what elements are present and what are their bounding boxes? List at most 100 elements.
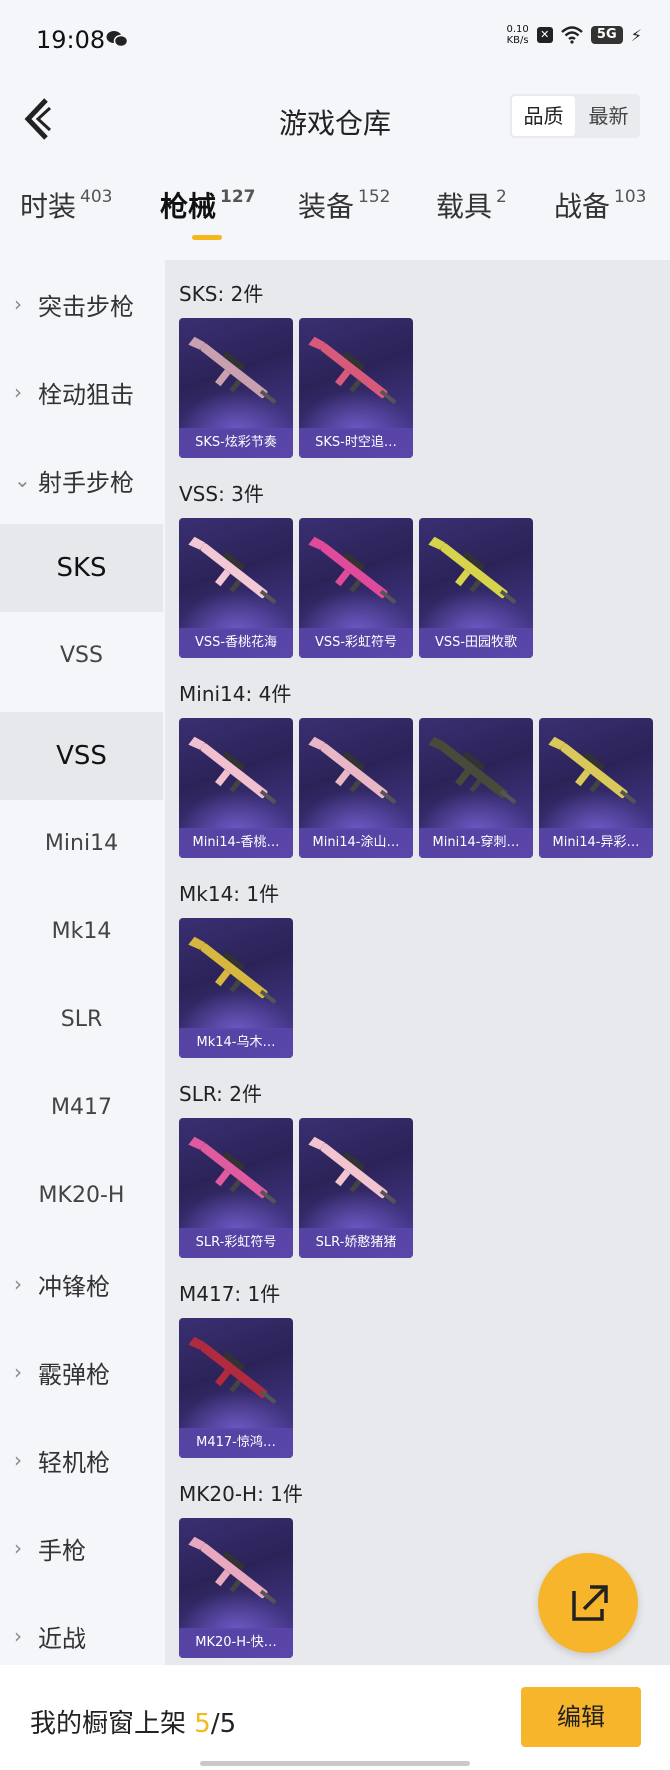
tab-vehicles[interactable]: 载具 2: [436, 185, 507, 225]
tab-equipment[interactable]: 装备 152: [298, 185, 390, 225]
share-icon: [572, 1585, 608, 1621]
weapon-skin-card[interactable]: VSS-田园牧歌: [419, 518, 533, 658]
sidebar-sub-m417[interactable]: M417: [0, 1064, 163, 1152]
sidebar-sub-mk14[interactable]: Mk14: [0, 888, 163, 976]
shelf-status: 我的橱窗上架 5/5: [30, 1709, 237, 1739]
sidebar-item-pistol[interactable]: › 手枪: [0, 1504, 163, 1592]
weapon-skin-card[interactable]: SLR-娇憨猪猪: [299, 1118, 413, 1258]
weapon-skin-name: Mini14-涂山…: [299, 828, 413, 858]
weapon-skin-grid: SKS: 2件 SKS-炫彩节奏 SKS-时空追… VSS: 3件 VSS-香桃花海 VS…: [165, 260, 670, 1665]
chevron-down-icon: ⌄: [14, 468, 31, 492]
weapon-skin-card[interactable]: Mini14-穿刺…: [419, 718, 533, 858]
rifle-icon: [188, 1536, 277, 1604]
sidebar-sub-mk20h[interactable]: MK20-H: [0, 1152, 163, 1240]
rifle-icon: [308, 536, 397, 604]
rifle-icon: [188, 936, 277, 1004]
weapon-skin-name: VSS-香桃花海: [179, 628, 293, 658]
chevron-right-icon: ›: [14, 292, 22, 316]
weapon-skin-card[interactable]: MK20-H-快…: [179, 1518, 293, 1658]
sidebar-sub-mini14[interactable]: Mini14: [0, 800, 163, 888]
sidebar-item-marksman-rifle[interactable]: ⌄ 射手步枪: [0, 436, 163, 524]
category-tabs: 时装 403 枪械 127 装备 152 载具 2 战备 103: [0, 185, 670, 255]
battery-icon: 5G: [590, 26, 623, 44]
weapon-skin-name: SLR-娇憨猪猪: [299, 1228, 413, 1258]
group-title: Mk14: 1件: [179, 882, 280, 906]
rifle-icon: [188, 336, 277, 404]
weapon-skin-name: MK20-H-快…: [179, 1628, 293, 1658]
sidebar-sub-vss-active[interactable]: VSS: [0, 712, 163, 800]
weapon-skin-card[interactable]: SKS-时空追…: [299, 318, 413, 458]
weapon-skin-card[interactable]: Mini14-异彩…: [539, 718, 653, 858]
edit-button[interactable]: 编辑: [521, 1687, 641, 1747]
weapon-skin-name: SKS-炫彩节奏: [179, 428, 293, 458]
rifle-icon: [548, 736, 637, 804]
weapon-skin-card[interactable]: Mini14-涂山…: [299, 718, 413, 858]
weapon-skin-name: VSS-彩虹符号: [299, 628, 413, 658]
active-tab-indicator: [192, 235, 222, 240]
status-icons: 0.10 KB/s ✕ 5G ⚡: [507, 24, 643, 46]
chevron-right-icon: ›: [14, 1536, 22, 1560]
share-button[interactable]: [538, 1553, 638, 1653]
sort-latest-button[interactable]: 最新: [577, 94, 640, 138]
chevron-right-icon: ›: [14, 1624, 22, 1648]
weapon-skin-name: M417-惊鸿…: [179, 1428, 293, 1458]
chevron-right-icon: ›: [14, 1272, 22, 1296]
weapon-skin-name: Mk14-乌木…: [179, 1028, 293, 1058]
group-title: M417: 1件: [179, 1282, 281, 1306]
status-time: 19:08: [36, 26, 106, 54]
rifle-icon: [188, 736, 277, 804]
group-title: VSS: 3件: [179, 482, 264, 506]
rifle-icon: [188, 536, 277, 604]
chevron-right-icon: ›: [14, 380, 22, 404]
weapon-skin-name: SLR-彩虹符号: [179, 1228, 293, 1258]
sidebar-item-bolt-sniper[interactable]: › 栓动狙击: [0, 348, 163, 436]
weapon-skin-name: Mini14-香桃…: [179, 828, 293, 858]
rifle-icon: [428, 736, 517, 804]
weapon-skin-card[interactable]: Mini14-香桃…: [179, 718, 293, 858]
network-speed: 0.10 KB/s: [506, 24, 529, 46]
app-header: 游戏仓库 品质 最新: [0, 80, 670, 160]
group-title: Mini14: 4件: [179, 682, 292, 706]
sort-quality-button[interactable]: 品质: [512, 96, 575, 136]
tab-supplies[interactable]: 战备 103: [554, 185, 646, 225]
group-title: MK20-H: 1件: [179, 1482, 303, 1506]
chevron-right-icon: ›: [14, 1360, 22, 1384]
sidebar-sub-vss[interactable]: VSS: [0, 612, 163, 700]
group-title: SLR: 2件: [179, 1082, 262, 1106]
weapon-skin-name: Mini14-穿刺…: [419, 828, 533, 858]
weapon-skin-card[interactable]: SKS-炫彩节奏: [179, 318, 293, 458]
weapon-skin-card[interactable]: VSS-香桃花海: [179, 518, 293, 658]
home-indicator[interactable]: [200, 1761, 470, 1766]
sidebar-sub-slr[interactable]: SLR: [0, 976, 163, 1064]
wifi-icon: [560, 26, 583, 44]
tab-fashion[interactable]: 时装 403: [20, 185, 112, 225]
sidebar-item-lmg[interactable]: › 轻机枪: [0, 1416, 163, 1504]
chevron-right-icon: ›: [14, 1448, 22, 1472]
sidebar-sub-sks[interactable]: SKS: [0, 524, 163, 612]
sidebar-item-assault-rifle[interactable]: › 突击步枪: [0, 260, 163, 348]
sidebar-item-shotgun[interactable]: › 霰弹枪: [0, 1328, 163, 1416]
weapon-category-sidebar: › 突击步枪 › 栓动狙击 ⌄ 射手步枪 SKS VSS VSS Mini14 Mk1…: [0, 260, 163, 1665]
weapon-skin-card[interactable]: SLR-彩虹符号: [179, 1118, 293, 1258]
weapon-skin-card[interactable]: VSS-彩虹符号: [299, 518, 413, 658]
rifle-icon: [308, 736, 397, 804]
bottom-bar: 我的橱窗上架 5/5 编辑: [0, 1665, 670, 1770]
weapon-skin-name: VSS-田园牧歌: [419, 628, 533, 658]
status-bar: 19:08 0.10 KB/s ✕ 5G ⚡: [0, 0, 670, 80]
sort-toggle: 品质 最新: [510, 94, 640, 138]
wechat-icon: [106, 31, 128, 48]
weapon-skin-card[interactable]: Mk14-乌木…: [179, 918, 293, 1058]
rifle-icon: [308, 336, 397, 404]
sidebar-item-smg[interactable]: › 冲锋枪: [0, 1240, 163, 1328]
tab-guns[interactable]: 枪械 127: [160, 185, 256, 225]
group-title: SKS: 2件: [179, 282, 264, 306]
rifle-icon: [188, 1136, 277, 1204]
weapon-skin-name: SKS-时空追…: [299, 428, 413, 458]
rifle-icon: [308, 1136, 397, 1204]
close-box-icon: ✕: [536, 27, 553, 43]
weapon-skin-card[interactable]: M417-惊鸿…: [179, 1318, 293, 1458]
rifle-icon: [188, 1336, 277, 1404]
rifle-icon: [428, 536, 517, 604]
charging-icon: ⚡: [630, 25, 642, 45]
weapon-skin-name: Mini14-异彩…: [539, 828, 653, 858]
